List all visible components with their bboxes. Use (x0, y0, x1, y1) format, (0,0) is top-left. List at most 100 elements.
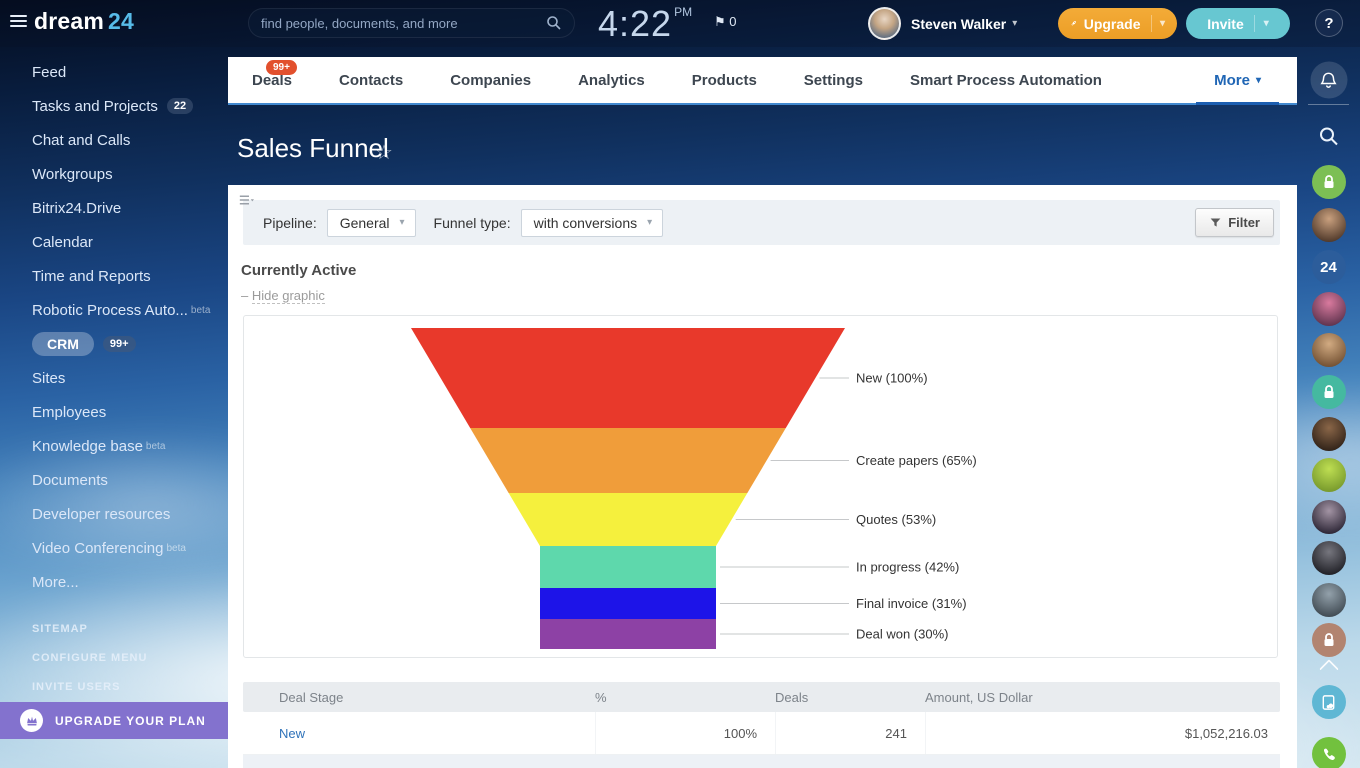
lock-icon[interactable] (1312, 165, 1346, 199)
funnel-segment-quotes[interactable] (509, 493, 748, 546)
sidebar-item-documents[interactable]: Documents (0, 463, 228, 497)
locked-chat-green[interactable] (1312, 165, 1346, 199)
chat-avatar-3[interactable] (1312, 333, 1346, 367)
tab-companies[interactable]: Companies (450, 57, 531, 103)
global-search[interactable] (248, 8, 575, 38)
funnel-segment-new[interactable] (411, 328, 845, 428)
avatar-photo[interactable] (1312, 417, 1346, 451)
logo-accent: 24 (108, 8, 134, 34)
chat-avatar-1[interactable] (1312, 208, 1346, 242)
hide-graphic-toggle[interactable]: – Hide graphic (241, 288, 325, 303)
lock-icon[interactable] (1312, 375, 1346, 409)
collapse-chevron-icon[interactable] (1322, 662, 1336, 676)
sidebar-item-workgroups[interactable]: Workgroups (0, 157, 228, 191)
sidebar-item-time-and-reports[interactable]: Time and Reports (0, 259, 228, 293)
sidebar-link-invite-users[interactable]: INVITE USERS (0, 672, 228, 701)
upgrade-button[interactable]: Upgrade ▾ (1058, 8, 1177, 39)
upgrade-your-plan-button[interactable]: UPGRADE YOUR PLAN (0, 702, 228, 739)
sidebar-item-feed[interactable]: Feed (0, 55, 228, 89)
chevron-up-icon[interactable] (1319, 659, 1339, 679)
avatar-photo[interactable] (1312, 333, 1346, 367)
telephony-icon[interactable] (1312, 737, 1346, 768)
funnel-type-dropdown[interactable]: with conversions ▾ (521, 209, 664, 237)
tab-smart-process-automation[interactable]: Smart Process Automation (910, 57, 1102, 103)
avatar-photo[interactable] (1312, 292, 1346, 326)
search-icon[interactable] (546, 15, 562, 31)
chat-avatar-4[interactable] (1312, 417, 1346, 451)
tab-label: Analytics (578, 72, 645, 89)
sidebar-item-more[interactable]: More... (0, 565, 228, 599)
user-avatar[interactable] (868, 7, 901, 40)
chevron-down-icon[interactable]: ▾ (1160, 18, 1165, 29)
hamburger-menu-icon[interactable] (10, 15, 27, 28)
funnel-segment-create-papers[interactable] (470, 428, 786, 493)
table-row: New100%241$1,052,216.03 (243, 712, 1280, 755)
avatar-photo[interactable] (1312, 500, 1346, 534)
funnel-stage-label: In progress (42%) (856, 560, 959, 575)
locked-chat-brown[interactable] (1312, 623, 1346, 657)
sidebar-item-bitrix24-drive[interactable]: Bitrix24.Drive (0, 191, 228, 225)
tab-analytics[interactable]: Analytics (578, 57, 645, 103)
tab-settings[interactable]: Settings (804, 57, 863, 103)
funnel-segment-in-progress[interactable] (540, 546, 716, 588)
tab-contacts[interactable]: Contacts (339, 57, 403, 103)
filter-button[interactable]: Filter (1195, 208, 1274, 237)
sidebar-item-label: Employees (32, 404, 106, 421)
sidebar-menu: FeedTasks and Projects22Chat and CallsWo… (0, 47, 228, 599)
table-settings-icon[interactable] (228, 185, 264, 215)
clock-widget[interactable]: 4:22PM (598, 3, 692, 45)
help-button[interactable]: ? (1315, 9, 1343, 37)
avatar-photo[interactable] (1312, 208, 1346, 242)
sidebar-item-crm[interactable]: CRM99+ (0, 327, 228, 361)
notification-flag[interactable]: ⚑ 0 (714, 14, 737, 30)
chat-avatar-7[interactable] (1312, 541, 1346, 575)
phone-icon[interactable] (1312, 737, 1346, 768)
badge-24[interactable]: 24 (1312, 250, 1346, 284)
column-header-: % (595, 682, 775, 712)
chat-avatar-6[interactable] (1312, 500, 1346, 534)
mobile-app-icon[interactable] (1312, 685, 1346, 719)
chevron-down-icon[interactable]: ▾ (1264, 18, 1269, 29)
search-input[interactable] (261, 16, 546, 31)
avatar-photo[interactable] (1312, 583, 1346, 617)
bell-icon[interactable] (1310, 62, 1347, 99)
deal-stage-link[interactable]: New (279, 726, 305, 741)
bitrix24-chat-badge[interactable]: 24 (1312, 250, 1346, 284)
invite-button[interactable]: Invite ▾ (1186, 8, 1290, 39)
pipeline-label: Pipeline: (263, 215, 317, 231)
sidebar-item-developer-resources[interactable]: Developer resources (0, 497, 228, 531)
search-icon[interactable] (1318, 126, 1340, 153)
sidebar-item-tasks-and-projects[interactable]: Tasks and Projects22 (0, 89, 228, 123)
tab-products[interactable]: Products (692, 57, 757, 103)
lock-icon[interactable] (1312, 623, 1346, 657)
sidebar-item-employees[interactable]: Employees (0, 395, 228, 429)
app-logo[interactable]: dream24 (34, 8, 134, 35)
sidebar-item-sites[interactable]: Sites (0, 361, 228, 395)
sales-funnel-chart[interactable]: New (100%)Create papers (65%)Quotes (53%… (243, 315, 1278, 658)
funnel-svg[interactable]: New (100%)Create papers (65%)Quotes (53%… (244, 316, 1279, 657)
pipeline-dropdown[interactable]: General ▾ (327, 209, 416, 237)
sidebar-link-configure-menu[interactable]: CONFIGURE MENU (0, 643, 228, 672)
avatar-photo[interactable] (1312, 458, 1346, 492)
sidebar-item-chat-and-calls[interactable]: Chat and Calls (0, 123, 228, 157)
sidebar-item-robotic-process-auto[interactable]: Robotic Process Auto...beta (0, 293, 228, 327)
tablet-icon[interactable] (1312, 685, 1346, 719)
locked-chat-teal[interactable] (1312, 375, 1346, 409)
user-menu[interactable]: Steven Walker ▾ (868, 7, 1017, 40)
chat-avatar-8[interactable] (1312, 583, 1346, 617)
sidebar-item-calendar[interactable]: Calendar (0, 225, 228, 259)
hide-graphic-label: Hide graphic (252, 288, 325, 304)
funnel-segment-final-invoice[interactable] (540, 588, 716, 619)
chat-avatar-2[interactable] (1312, 292, 1346, 326)
sidebar-item-video-conferencing[interactable]: Video Conferencingbeta (0, 531, 228, 565)
favorite-star-icon[interactable]: ☆ (375, 140, 393, 165)
avatar-photo[interactable] (1312, 541, 1346, 575)
funnel-segment-deal-won[interactable] (540, 619, 716, 649)
flag-icon: ⚑ (714, 14, 726, 29)
notifications-bell-icon[interactable] (1310, 62, 1347, 99)
chat-avatar-5[interactable] (1312, 458, 1346, 492)
sidebar-item-knowledge-base[interactable]: Knowledge basebeta (0, 429, 228, 463)
tab-deals[interactable]: Deals99+ (252, 57, 292, 103)
tab-more[interactable]: More▾ (1214, 57, 1261, 103)
sidebar-link-sitemap[interactable]: SITEMAP (0, 614, 228, 643)
